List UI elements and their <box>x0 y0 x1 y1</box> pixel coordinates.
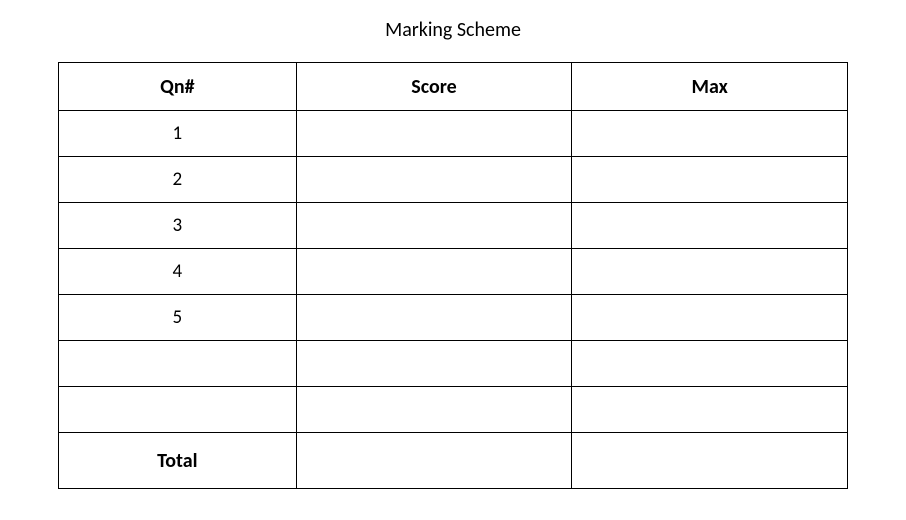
table-row: 4 <box>59 249 848 295</box>
page-title: Marking Scheme <box>0 0 906 62</box>
cell-score <box>296 387 572 433</box>
cell-qn: 3 <box>59 203 297 249</box>
cell-max <box>572 295 848 341</box>
cell-max <box>572 157 848 203</box>
table-row <box>59 341 848 387</box>
table-header-row: Qn# Score Max <box>59 63 848 111</box>
cell-total-label: Total <box>59 433 297 489</box>
table-row: 5 <box>59 295 848 341</box>
cell-total-max <box>572 433 848 489</box>
cell-max <box>572 341 848 387</box>
table-row: 1 <box>59 111 848 157</box>
marking-table: Qn# Score Max 1 2 3 4 <box>58 62 848 489</box>
cell-score <box>296 203 572 249</box>
cell-qn: 5 <box>59 295 297 341</box>
cell-qn: 4 <box>59 249 297 295</box>
table-row: 3 <box>59 203 848 249</box>
cell-score <box>296 249 572 295</box>
marking-table-wrap: Qn# Score Max 1 2 3 4 <box>0 62 906 489</box>
table-total-row: Total <box>59 433 848 489</box>
cell-score <box>296 295 572 341</box>
cell-qn <box>59 341 297 387</box>
table-row: 2 <box>59 157 848 203</box>
cell-max <box>572 111 848 157</box>
cell-qn <box>59 387 297 433</box>
cell-max <box>572 387 848 433</box>
cell-qn: 1 <box>59 111 297 157</box>
header-max: Max <box>572 63 848 111</box>
table-row <box>59 387 848 433</box>
cell-max <box>572 203 848 249</box>
cell-max <box>572 249 848 295</box>
cell-score <box>296 157 572 203</box>
cell-score <box>296 111 572 157</box>
cell-total-score <box>296 433 572 489</box>
cell-score <box>296 341 572 387</box>
header-qn: Qn# <box>59 63 297 111</box>
header-score: Score <box>296 63 572 111</box>
cell-qn: 2 <box>59 157 297 203</box>
